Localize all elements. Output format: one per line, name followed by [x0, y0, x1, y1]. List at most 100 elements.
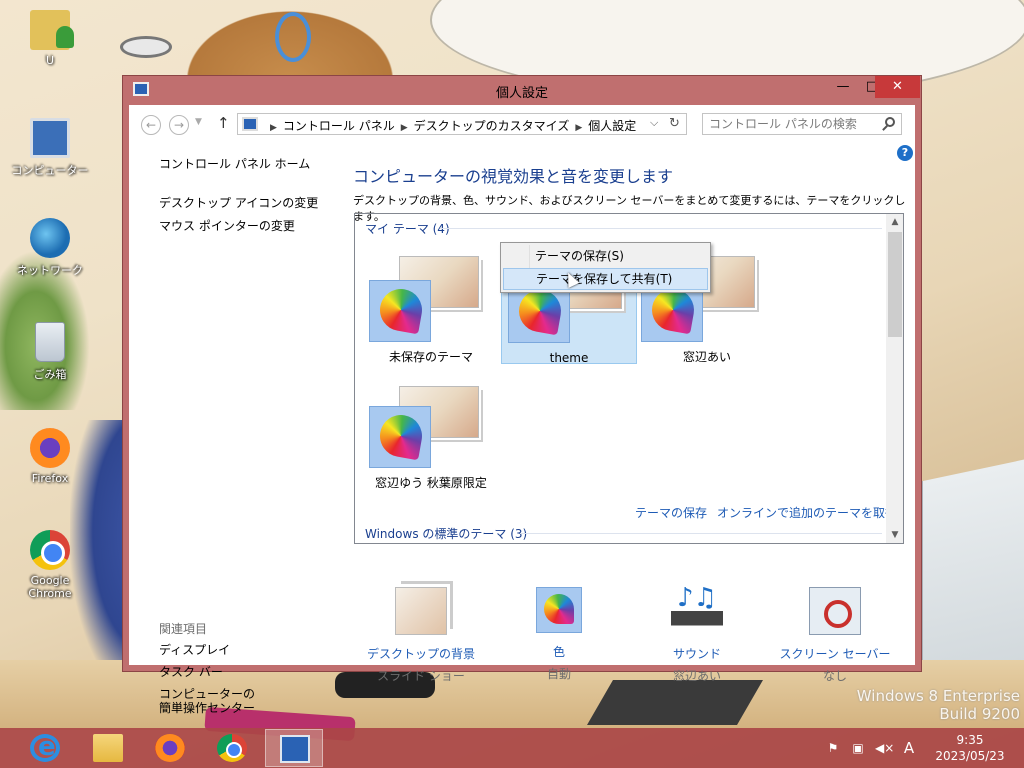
menu-item-save-and-share-theme[interactable]: テーマを保存して共有(T): [503, 268, 708, 290]
taskbar-firefox[interactable]: [141, 729, 199, 767]
personalization-window: 個人設定 — □ ✕ ← → ▼ ↑ ▶ コントロール パネル ▶ デスクトップのカス…: [122, 75, 922, 715]
breadcrumb-personalization[interactable]: 個人設定: [588, 119, 636, 133]
recent-locations-dropdown-icon[interactable]: ▼: [195, 117, 202, 127]
chevron-down-icon[interactable]: ⌵: [650, 116, 658, 130]
chevron-right-icon[interactable]: ▶: [575, 123, 582, 133]
theme-tile-unsaved[interactable]: 未保存のテーマ: [363, 242, 499, 364]
sound-icon: [671, 583, 723, 635]
taskbar-chrome[interactable]: [203, 729, 261, 767]
desktop-icon-computer[interactable]: コンピューター: [10, 118, 90, 178]
wallpaper-gadget: [587, 680, 763, 725]
refresh-button[interactable]: ↻: [663, 113, 687, 135]
color-icon: [369, 406, 431, 468]
menu-item-save-theme[interactable]: テーマの保存(S): [503, 245, 708, 267]
minimize-button[interactable]: —: [828, 76, 858, 98]
context-menu: テーマの保存(S) テーマを保存して共有(T): [500, 242, 711, 293]
taskbar-link[interactable]: タスク バー: [159, 665, 255, 679]
setting-label[interactable]: デスクトップの背景: [361, 645, 481, 662]
wallpaper-lamp: [120, 36, 172, 58]
sound-setting[interactable]: サウンド 窓辺あい: [637, 583, 757, 684]
desktop-background-setting[interactable]: デスクトップの背景 スライド ショー: [361, 587, 481, 684]
wallpaper-hair-ring: [275, 12, 311, 62]
vertical-scrollbar[interactable]: ▲ ▼: [886, 214, 903, 543]
scrollbar-thumb[interactable]: [888, 232, 902, 337]
color-icon: [536, 587, 582, 633]
up-button[interactable]: ↑: [217, 114, 230, 132]
desktop-icon-label: ネットワーク: [17, 264, 83, 277]
desktop-icon-firefox[interactable]: Firefox: [10, 428, 90, 485]
scroll-up-icon[interactable]: ▲: [886, 214, 903, 230]
breadcrumb-control-panel[interactable]: コントロール パネル: [283, 119, 395, 133]
setting-label[interactable]: サウンド: [637, 645, 757, 662]
desktop-icon-network[interactable]: ネットワーク: [10, 218, 90, 278]
ie-icon: [30, 732, 60, 762]
left-pane: コントロール パネル ホーム デスクトップ アイコンの変更 マウス ポインターの…: [159, 155, 359, 240]
desktop-icon-user[interactable]: U: [10, 10, 90, 67]
clock[interactable]: 9:35 2023/05/23: [925, 732, 1015, 764]
search-box[interactable]: [702, 113, 902, 135]
color-setting[interactable]: 色 自動: [499, 587, 619, 682]
search-icon[interactable]: [885, 117, 895, 127]
os-watermark: Windows 8 Enterprise Build 9200: [840, 687, 1020, 723]
related-heading: 関連項目: [159, 622, 208, 636]
address-bar[interactable]: ▶ コントロール パネル ▶ デスクトップのカスタマイズ ▶ 個人設定 ⌵: [237, 113, 687, 135]
window-title: 個人設定: [495, 86, 548, 101]
breadcrumb: ▶ コントロール パネル ▶ デスクトップのカスタマイズ ▶ 個人設定: [264, 117, 636, 134]
control-panel-home-link[interactable]: コントロール パネル ホーム: [159, 155, 359, 172]
close-button[interactable]: ✕: [875, 76, 920, 98]
display-link[interactable]: ディスプレイ: [159, 643, 255, 657]
back-button[interactable]: ←: [141, 115, 161, 135]
chrome-icon: [30, 530, 70, 570]
setting-value: 窓辺あい: [672, 669, 721, 683]
taskbar-file-explorer[interactable]: [79, 729, 137, 767]
change-mouse-pointer-link[interactable]: マウス ポインターの変更: [159, 217, 359, 234]
firefox-icon: [30, 428, 70, 468]
chrome-icon: [217, 734, 247, 762]
taskbar: ⚑ ▣ ◀× A 9:35 2023/05/23: [0, 728, 1024, 768]
theme-label: 窓辺あい: [682, 350, 731, 364]
desktop-icon-label: ごみ箱: [33, 368, 67, 381]
taskbar-control-panel[interactable]: [265, 729, 323, 767]
recycle-bin-icon: [35, 322, 65, 362]
search-input[interactable]: [703, 114, 873, 134]
ime-indicator[interactable]: A: [901, 740, 917, 756]
save-theme-link[interactable]: テーマの保存: [635, 504, 707, 521]
get-themes-online-link[interactable]: オンラインで追加のテーマを取得: [717, 504, 897, 521]
setting-label[interactable]: スクリーン セーバー: [775, 645, 895, 662]
desktop-icon-label: コンピューター: [11, 164, 89, 177]
scroll-down-icon[interactable]: ▼: [886, 527, 903, 543]
taskbar-ie[interactable]: [16, 729, 74, 767]
theme-label: 窓辺ゆう 秋葉原限定: [375, 476, 487, 490]
watermark-edition: Windows 8 Enterprise: [856, 687, 1020, 705]
desktop-icon-chrome[interactable]: Google Chrome: [10, 530, 90, 600]
network-icon[interactable]: ▣: [850, 740, 866, 756]
action-center-flag-icon[interactable]: ⚑: [825, 740, 841, 756]
divider: [440, 228, 882, 229]
desktop-background-icon: [395, 587, 447, 635]
desktop-icon-label: Google Chrome: [28, 574, 72, 600]
setting-value: スライド ショー: [377, 669, 465, 683]
theme-tile-madobe-yuu[interactable]: 窓辺ゆう 秋葉原限定: [363, 372, 499, 494]
chevron-right-icon[interactable]: ▶: [401, 123, 408, 133]
forward-button[interactable]: →: [169, 115, 189, 135]
screen-saver-setting[interactable]: スクリーン セーバー なし: [775, 587, 895, 684]
ease-of-access-link[interactable]: コンピューターの 簡単操作センター: [159, 687, 255, 715]
change-desktop-icons-link[interactable]: デスクトップ アイコンの変更: [159, 194, 359, 211]
breadcrumb-desktop-customization[interactable]: デスクトップのカスタマイズ: [414, 119, 570, 133]
window-client-area: ← → ▼ ↑ ▶ コントロール パネル ▶ デスクトップのカスタマイズ ▶ 個人設定 ⌵…: [129, 105, 915, 715]
navigation-bar: ← → ▼ ↑ ▶ コントロール パネル ▶ デスクトップのカスタマイズ ▶ 個人設定 ⌵…: [129, 105, 915, 143]
my-themes-heading[interactable]: マイ テーマ (4): [365, 220, 450, 237]
setting-label[interactable]: 色: [499, 643, 619, 660]
user-folder-icon: [30, 10, 74, 50]
desktop-icon-label: Firefox: [31, 472, 69, 485]
screen-saver-icon: [809, 587, 861, 635]
desktop-icon-recycle-bin[interactable]: ごみ箱: [10, 322, 90, 382]
firefox-icon: [155, 734, 185, 762]
help-icon[interactable]: ?: [897, 145, 913, 161]
folder-icon: [93, 734, 123, 762]
clock-date: 2023/05/23: [935, 749, 1005, 763]
control-panel-icon: [242, 117, 258, 131]
volume-muted-icon[interactable]: ◀×: [875, 740, 894, 756]
windows-default-themes-heading[interactable]: Windows の標準のテーマ (3): [365, 525, 527, 542]
title-bar[interactable]: 個人設定 — □ ✕: [123, 76, 921, 104]
